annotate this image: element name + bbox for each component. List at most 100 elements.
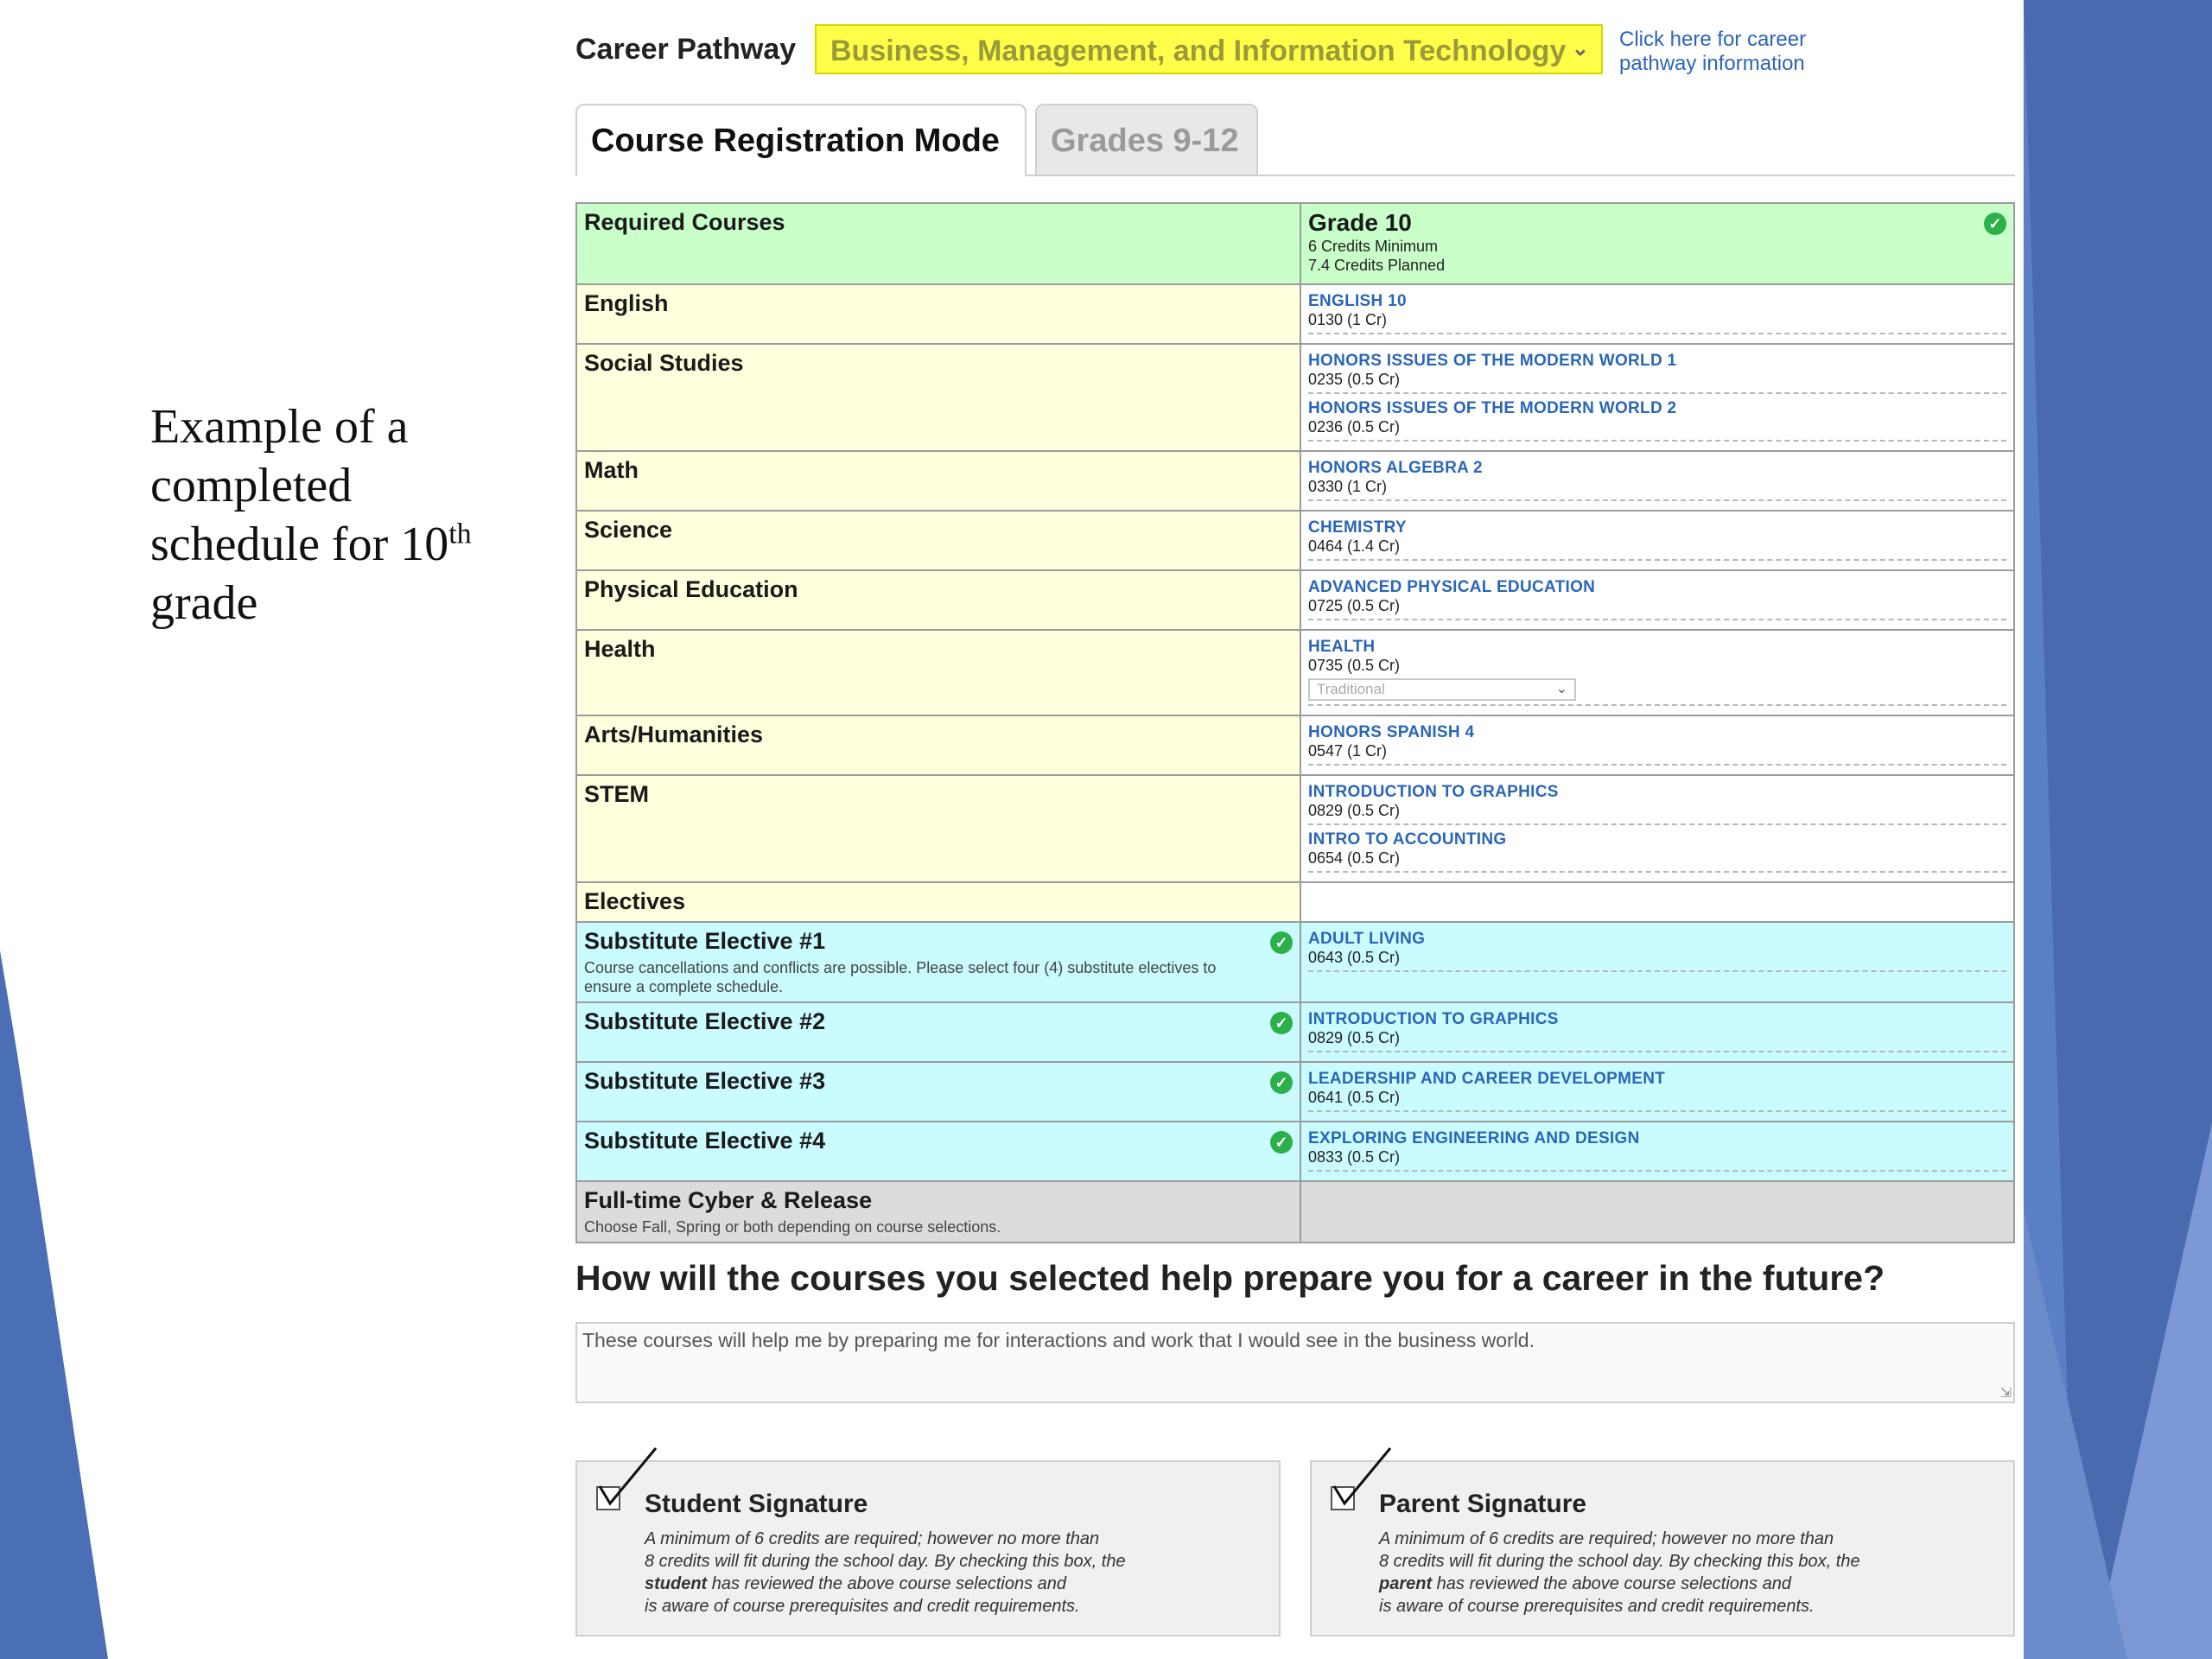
course-item[interactable]: ADVANCED PHYSICAL EDUCATION 0725 (0.5 Cr… [1308, 576, 2006, 620]
tab-grades[interactable]: Grades 9-12 [1035, 104, 1258, 175]
category-health: Health [584, 636, 656, 662]
grade-summary: Grade 10 6 Credits Minimum 7.4 Credits P… [1300, 202, 2015, 285]
substitute-elective-label: Substitute Elective #1 [584, 928, 826, 954]
course-code: 0654 (0.5 Cr) [1308, 849, 1401, 867]
course-code: 0236 (0.5 Cr) [1308, 418, 1401, 435]
career-question: How will the courses you selected help p… [575, 1258, 1885, 1298]
course-name[interactable]: ADVANCED PHYSICAL EDUCATION [1308, 578, 2006, 597]
course-code: 0641 (0.5 Cr) [1308, 1089, 1401, 1106]
check-circle-icon: ✓ [1270, 1071, 1293, 1094]
student-signature-box: Student Signature A minimum of 6 credits… [575, 1447, 1281, 1637]
course-name[interactable]: HONORS ALGEBRA 2 [1308, 459, 2006, 478]
course-code: 0833 (0.5 Cr) [1308, 1148, 1401, 1166]
course-item[interactable]: INTRODUCTION TO GRAPHICS 0829 (0.5 Cr) [1308, 1008, 2006, 1052]
table-row: Arts/Humanities HONORS SPANISH 4 0547 (1… [575, 715, 2015, 776]
cyber-release-note: Choose Fall, Spring or both depending on… [584, 1218, 1001, 1236]
category-arts-humanities: Arts/Humanities [584, 721, 764, 747]
course-code: 0464 (1.4 Cr) [1308, 537, 1401, 555]
course-item[interactable]: CHEMISTRY 0464 (1.4 Cr) [1308, 517, 2006, 561]
caption-superscript: th [448, 518, 472, 550]
course-item[interactable]: HONORS ISSUES OF THE MODERN WORLD 1 0235… [1308, 350, 2006, 394]
course-item[interactable]: ENGLISH 10 0130 (1 Cr) [1308, 290, 2006, 334]
course-item[interactable]: HONORS SPANISH 4 0547 (1 Cr) [1308, 721, 2006, 766]
course-name[interactable]: INTRODUCTION TO GRAPHICS [1308, 783, 2006, 802]
course-name[interactable]: ADULT LIVING [1308, 930, 2006, 949]
substitute-row: Substitute Elective #4 ✓ EXPLORING ENGIN… [575, 1121, 2015, 1182]
course-code: 0330 (1 Cr) [1308, 478, 1388, 495]
substitute-row: Substitute Elective #2 ✓ INTRODUCTION TO… [575, 1001, 2015, 1063]
course-item[interactable]: EXPLORING ENGINEERING AND DESIGN 0833 (0… [1308, 1128, 2006, 1172]
course-name[interactable]: INTRODUCTION TO GRAPHICS [1308, 1010, 2006, 1029]
caption-main: Example of a completed schedule for 10 [150, 400, 449, 571]
grade-title: Grade 10 [1308, 209, 1412, 236]
chevron-down-icon: ⌄ [1571, 37, 1589, 60]
substitute-elective-note: Course cancellations and conflicts are p… [584, 959, 1217, 995]
substitute-elective-label: Substitute Elective #3 [584, 1068, 826, 1094]
course-item[interactable]: HONORS ALGEBRA 2 0330 (1 Cr) [1308, 457, 2006, 501]
parent-signature-title: Parent Signature [1379, 1490, 1587, 1518]
course-item[interactable]: HEALTH 0735 (0.5 Cr) Traditional ⌄ [1308, 636, 2006, 706]
substitute-row: Substitute Elective #1 Course cancellati… [575, 921, 2015, 1003]
course-code: 0829 (0.5 Cr) [1308, 802, 1401, 819]
substitute-elective-label: Substitute Elective #4 [584, 1128, 826, 1154]
course-item[interactable]: INTRODUCTION TO GRAPHICS 0829 (0.5 Cr) [1308, 781, 2006, 825]
credits-planned: 7.4 Credits Planned [1308, 257, 1446, 274]
course-item[interactable]: HONORS ISSUES OF THE MODERN WORLD 2 0236… [1308, 397, 2006, 442]
career-answer-text: These courses will help me by preparing … [582, 1329, 1535, 1351]
table-row: Science CHEMISTRY 0464 (1.4 Cr) [575, 510, 2015, 571]
course-name[interactable]: HEALTH [1308, 638, 2006, 657]
category-stem: STEM [584, 781, 650, 807]
course-item[interactable]: ADULT LIVING 0643 (0.5 Cr) [1308, 928, 2006, 972]
course-item[interactable]: INTRO TO ACCOUNTING 0654 (0.5 Cr) [1308, 829, 2006, 873]
course-name[interactable]: INTRO TO ACCOUNTING [1308, 830, 2006, 849]
course-code: 0235 (0.5 Cr) [1308, 371, 1401, 388]
course-code: 0643 (0.5 Cr) [1308, 949, 1401, 966]
course-name[interactable]: CHEMISTRY [1308, 518, 2006, 537]
category-physical-education: Physical Education [584, 576, 798, 602]
slide-decoration-left [0, 950, 108, 1659]
table-header-row: Required Courses Grade 10 6 Credits Mini… [575, 202, 2015, 285]
resize-grip-icon[interactable]: ⇲ [2000, 1384, 2012, 1402]
cyber-release-row: Full-time Cyber & Release Choose Fall, S… [575, 1180, 2015, 1243]
course-item[interactable]: LEADERSHIP AND CAREER DEVELOPMENT 0641 (… [1308, 1068, 2006, 1112]
course-name[interactable]: EXPLORING ENGINEERING AND DESIGN [1308, 1129, 2006, 1148]
check-circle-icon: ✓ [1270, 1131, 1293, 1154]
category-science: Science [584, 517, 673, 543]
category-english: English [584, 290, 669, 316]
career-answer-textarea[interactable]: These courses will help me by preparing … [575, 1322, 2015, 1403]
cyber-release-label: Full-time Cyber & Release [584, 1187, 873, 1213]
table-row: Math HONORS ALGEBRA 2 0330 (1 Cr) [575, 450, 2015, 512]
mode-tabs: Course Registration Mode Grades 9-12 [575, 104, 2015, 176]
student-signature-text: A minimum of 6 credits are required; how… [645, 1529, 1126, 1616]
caption-end: grade [150, 576, 258, 630]
course-name[interactable]: LEADERSHIP AND CAREER DEVELOPMENT [1308, 1070, 2006, 1089]
health-option-value: Traditional [1317, 681, 1385, 697]
category-electives: Electives [584, 888, 686, 914]
course-name[interactable]: HONORS ISSUES OF THE MODERN WORLD 2 [1308, 399, 2006, 418]
course-code: 0130 (1 Cr) [1308, 311, 1388, 328]
career-pathway-value: Business, Management, and Information Te… [830, 35, 1567, 67]
course-name[interactable]: HONORS ISSUES OF THE MODERN WORLD 1 [1308, 352, 2006, 371]
course-code: 0829 (0.5 Cr) [1308, 1029, 1401, 1046]
career-pathway-label: Career Pathway [575, 33, 797, 66]
table-row: Physical Education ADVANCED PHYSICAL EDU… [575, 569, 2015, 631]
career-pathway-select[interactable]: Business, Management, and Information Te… [815, 24, 1603, 74]
table-row: STEM INTRODUCTION TO GRAPHICS 0829 (0.5 … [575, 774, 2015, 883]
table-row: Health HEALTH 0735 (0.5 Cr) Traditional … [575, 629, 2015, 716]
tab-course-registration[interactable]: Course Registration Mode [575, 104, 1027, 176]
course-table: Required Courses Grade 10 6 Credits Mini… [575, 202, 2015, 1243]
table-row: English ENGLISH 10 0130 (1 Cr) [575, 283, 2015, 345]
student-signature-title: Student Signature [645, 1490, 868, 1518]
course-name[interactable]: HONORS SPANISH 4 [1308, 723, 2006, 742]
career-pathway-info-link[interactable]: Click here for career pathway informatio… [1619, 28, 1844, 76]
slide-caption: Example of a completed schedule for 10th… [150, 397, 513, 632]
parent-signature-box: Parent Signature A minimum of 6 credits … [1310, 1447, 2015, 1637]
course-code: 0725 (0.5 Cr) [1308, 597, 1401, 614]
table-row: Social Studies HONORS ISSUES OF THE MODE… [575, 343, 2015, 452]
health-option-select[interactable]: Traditional ⌄ [1308, 678, 1576, 701]
credits-minimum: 6 Credits Minimum [1308, 238, 1439, 255]
check-circle-icon: ✓ [1270, 931, 1293, 954]
course-code: 0547 (1 Cr) [1308, 742, 1388, 760]
course-name[interactable]: ENGLISH 10 [1308, 292, 2006, 311]
category-social-studies: Social Studies [584, 350, 744, 376]
